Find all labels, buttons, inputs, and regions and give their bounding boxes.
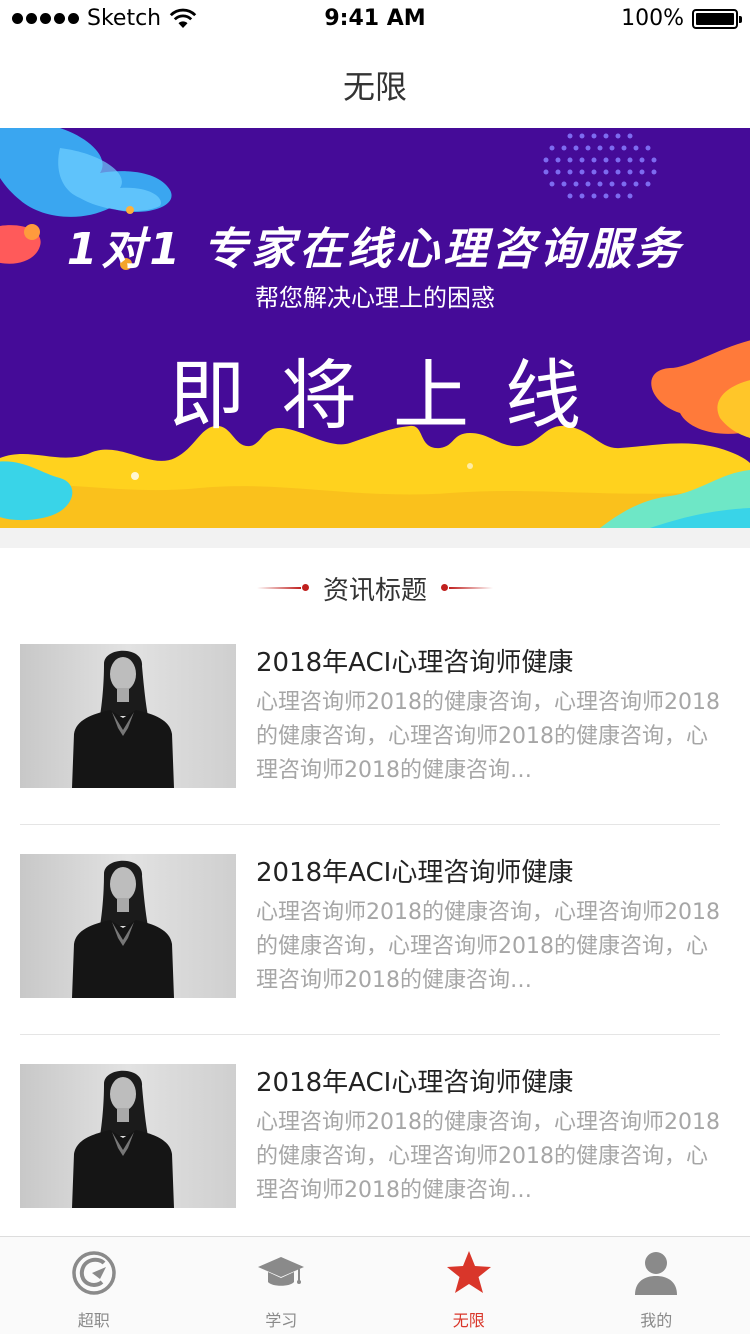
banner-launch-text: 即将上线 <box>169 351 617 440</box>
tab-mine[interactable]: 我的 <box>563 1237 750 1334</box>
list-divider <box>20 1034 720 1035</box>
banner-background-art <box>0 128 750 528</box>
news-thumbnail <box>20 854 236 998</box>
tab-chaozhi[interactable]: 超职 <box>0 1237 188 1334</box>
banner-headline: 1对1 专家在线心理咨询服务 <box>66 224 684 275</box>
battery-percent: 100% <box>621 6 684 31</box>
graduation-cap-icon <box>258 1257 305 1286</box>
status-bar-right: 100% <box>621 6 742 31</box>
news-description: 心理咨询师2018的健康咨询，心理咨询师2018的健康咨询，心理咨询师2018的… <box>256 1110 720 1203</box>
news-thumbnail <box>20 1064 236 1208</box>
news-item[interactable]: 2018年ACI心理咨询师健康 心理咨询师2018的健康咨询，心理咨询师2018… <box>20 644 720 789</box>
news-description: 心理咨询师2018的健康咨询，心理咨询师2018的健康咨询，心理咨询师2018的… <box>256 900 720 993</box>
news-item[interactable]: 2018年ACI心理咨询师健康 心理咨询师2018的健康咨询，心理咨询师2018… <box>20 1064 720 1209</box>
title-decoration-left <box>256 584 309 591</box>
user-icon <box>635 1252 678 1295</box>
banner-subtitle: 帮您解决心理上的困惑 <box>255 284 495 312</box>
tab-label: 我的 <box>640 1311 673 1330</box>
news-thumbnail <box>20 644 236 788</box>
news-title: 2018年ACI心理咨询师健康 <box>256 858 574 888</box>
section-header: 资讯标题 <box>0 566 750 610</box>
page-title: 无限 <box>342 68 407 106</box>
section-title: 资讯标题 <box>322 575 427 606</box>
title-decoration-right <box>441 584 493 591</box>
promo-banner[interactable]: 1对1 专家在线心理咨询服务 帮您解决心理上的困惑 即将上线 <box>0 128 750 528</box>
news-title: 2018年ACI心理咨询师健康 <box>256 648 574 678</box>
tab-wuxian[interactable]: 无限 <box>375 1237 563 1334</box>
news-description: 心理咨询师2018的健康咨询，心理咨询师2018的健康咨询，心理咨询师2018的… <box>256 690 720 783</box>
tab-label: 超职 <box>77 1311 110 1330</box>
tab-bar: 超职 学习 无限 我的 <box>0 1236 750 1334</box>
status-bar: Sketch 9:41 AM 100% <box>0 0 750 40</box>
tab-label: 学习 <box>265 1311 298 1330</box>
chaozhi-logo-icon <box>72 1251 116 1295</box>
section-gap <box>0 528 750 548</box>
star-icon <box>446 1251 491 1293</box>
news-item[interactable]: 2018年ACI心理咨询师健康 心理咨询师2018的健康咨询，心理咨询师2018… <box>20 854 720 999</box>
battery-icon <box>692 8 742 29</box>
tab-label: 无限 <box>452 1311 485 1330</box>
news-title: 2018年ACI心理咨询师健康 <box>256 1068 574 1098</box>
list-divider <box>20 824 720 825</box>
tab-study[interactable]: 学习 <box>188 1237 376 1334</box>
